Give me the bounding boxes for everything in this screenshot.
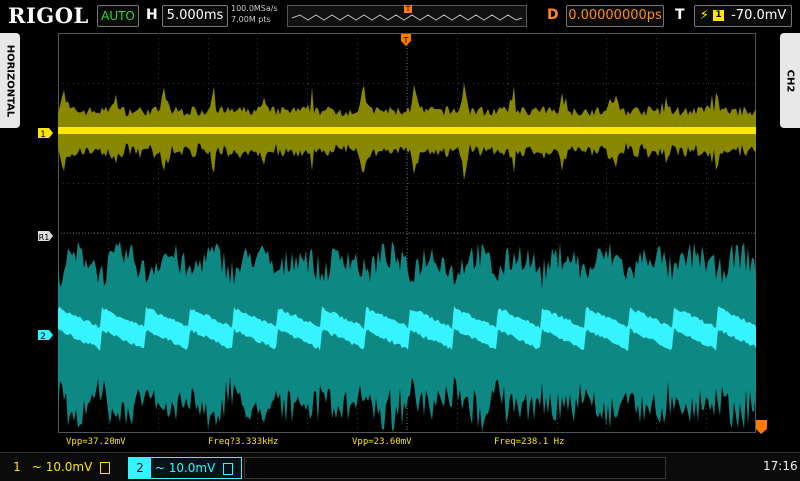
ch2-number: 2 [129,458,151,478]
bandwidth-limit-icon [100,461,111,474]
ch1-status[interactable]: 1 ~ 10.0mV [6,457,121,477]
sample-rate: 100.0MSa/s [231,4,278,13]
ch2-status[interactable]: 2 ~ 10.0mV [128,457,242,479]
trigger-settings[interactable]: ⚡︎ 1 -70.0mV [694,5,792,27]
waveform-canvas [58,33,756,433]
run-state-indicator[interactable]: AUTO [97,5,139,27]
ch2-tab-label: CH2 [784,69,796,92]
delay-value[interactable]: 0.00000000ps [566,5,664,27]
svg-text:R1: R1 [39,233,50,242]
ch2-menu-tab[interactable]: CH2 [780,33,800,128]
acquisition-info: 100.0MSa/s 7.00M pts [231,3,278,25]
channel-status-bar: 1 ~ 10.0mV 2 ~ 10.0mV 17:16 [0,452,800,481]
memory-depth: 7.00M pts [231,15,271,24]
ch2-offset-marker: 2 [38,330,53,342]
ch1-freq-measurement: Freq?3.333kHz [208,437,279,447]
ch1-scale: ~ 10.0mV [31,460,93,474]
ref-marker: R1 [38,231,53,242]
memory-trigger-marker: T [404,5,412,13]
system-clock: 17:16 [763,459,798,473]
brand-logo: RIGOL [8,3,89,28]
svg-text:1: 1 [40,130,46,140]
ch1-trace [58,127,756,134]
ch2-freq-measurement: Freq=238.1 Hz [494,437,565,447]
delay-label: D [547,7,559,23]
svg-text:2: 2 [40,332,46,342]
waveform-display[interactable] [58,33,756,433]
ch1-offset-marker: 1 [38,128,53,140]
timebase-label: H [146,7,158,23]
ch1-number: 1 [13,460,21,474]
trigger-level-marker [756,420,767,434]
ch2-scale: ~ 10.0mV [154,461,216,475]
top-status-bar: RIGOL AUTO H 5.000ms 100.0MSa/s 7.00M pt… [0,0,800,32]
rising-edge-icon: ⚡︎ [699,8,709,23]
bandwidth-limit-icon [223,462,234,475]
ch2-vpp-measurement: Vpp=23.60mV [352,437,412,447]
timebase-value[interactable]: 5.000ms [162,5,228,27]
horizontal-menu-tab[interactable]: HORIZONTAL [0,33,20,128]
horizontal-tab-label: HORIZONTAL [4,44,16,117]
trigger-source-badge: 1 [712,10,724,21]
status-message-area [244,457,666,479]
trigger-label: T [675,7,685,23]
ch1-vpp-measurement: Vpp=37.20mV [66,437,126,447]
trigger-level: -70.0mV [731,8,787,23]
